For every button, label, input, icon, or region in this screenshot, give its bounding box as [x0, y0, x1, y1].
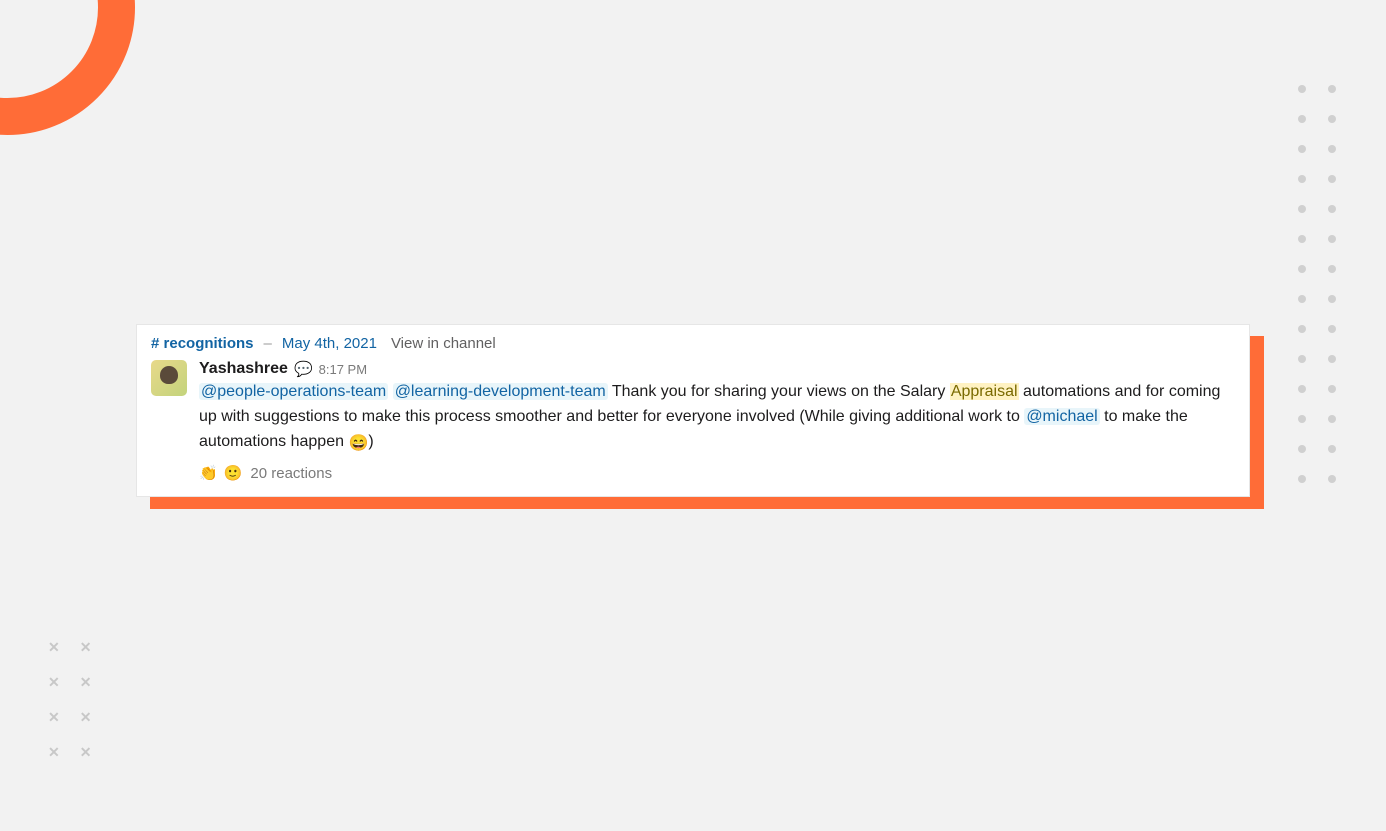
smile-emoji-icon[interactable]: 🙂	[224, 464, 243, 482]
separator-dash: –	[264, 335, 272, 352]
mention-learning-dev[interactable]: @learning-development-team	[393, 383, 608, 400]
text-part-a: Thank you for sharing your views on the …	[612, 383, 950, 400]
message-date[interactable]: May 4th, 2021	[282, 335, 377, 352]
reaction-count[interactable]: 20 reactions	[250, 465, 332, 482]
decorative-x-grid: ✕✕ ✕✕ ✕✕ ✕✕	[48, 639, 91, 761]
decorative-dot-grid	[1298, 85, 1336, 483]
mention-people-ops[interactable]: @people-operations-team	[199, 383, 388, 400]
timestamp[interactable]: 8:17 PM	[319, 362, 367, 377]
decorative-arc	[0, 0, 135, 135]
clap-emoji-icon[interactable]: 👏	[199, 464, 218, 482]
text-part-d: )	[368, 433, 373, 450]
message-text: @people-operations-team @learning-develo…	[199, 380, 1235, 456]
message-header: # recognitions – May 4th, 2021 View in c…	[151, 335, 1235, 352]
channel-link[interactable]: # recognitions	[151, 335, 254, 352]
avatar[interactable]	[151, 360, 187, 396]
view-in-channel-link[interactable]: View in channel	[391, 335, 496, 352]
message-card: # recognitions – May 4th, 2021 View in c…	[136, 324, 1250, 497]
mention-michael[interactable]: @michael	[1024, 408, 1099, 425]
grin-emoji-icon: 😄	[348, 435, 368, 452]
author-name[interactable]: Yashashree	[199, 360, 288, 378]
speech-bubble-icon: 💬	[294, 360, 313, 378]
highlight-appraisal: Appraisal	[950, 383, 1019, 400]
reactions-bar[interactable]: 👏 🙂 20 reactions	[199, 464, 1235, 482]
